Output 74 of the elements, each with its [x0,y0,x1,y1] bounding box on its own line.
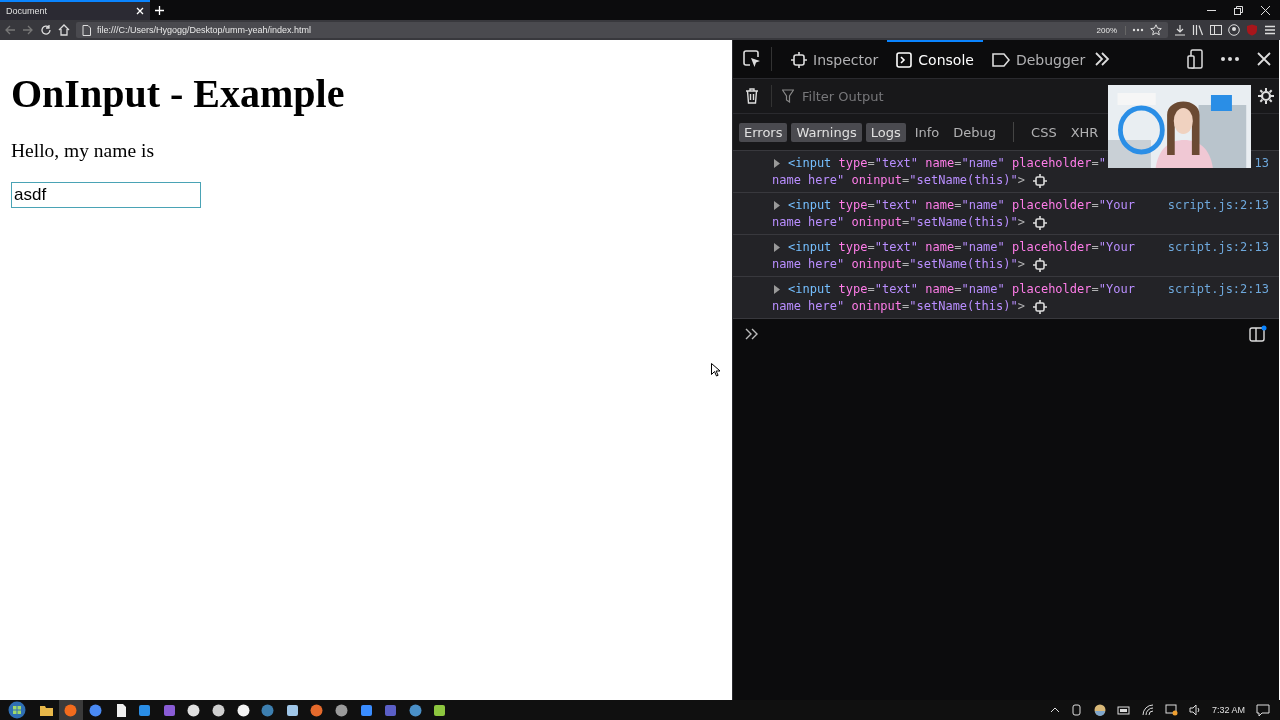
trash-icon[interactable] [745,88,759,104]
inspector-icon[interactable] [791,52,807,68]
forward-icon[interactable] [22,24,34,36]
source-link[interactable]: script.js:2:13 [1167,197,1269,214]
more-icon[interactable] [1221,57,1239,61]
prompt-chevron-icon[interactable] [745,328,759,340]
chevrons-icon[interactable] [1094,52,1111,66]
zoom-level[interactable]: 200% [1088,25,1126,35]
split-console-icon[interactable] [1249,325,1267,343]
speaker-icon[interactable] [1188,704,1201,716]
source-link[interactable]: script.js:2:13 [1167,239,1269,256]
log-level-filter[interactable]: Logs [865,122,906,142]
log-level-filter[interactable]: Errors [739,122,788,142]
log-message-line: <input type="text" name="name" placeholder="Your [788,197,1135,214]
download-icon[interactable] [1174,24,1186,36]
restore-icon[interactable] [1234,5,1243,15]
page-text: Hello, my name is [11,140,155,162]
log-level-filter[interactable]: Warnings [791,122,862,142]
source-link[interactable]: 13 [1254,155,1269,172]
expand-triangle-icon[interactable] [774,285,780,294]
console-icon[interactable] [896,52,913,68]
expand-triangle-icon[interactable] [774,201,780,210]
mouse-pointer-icon [711,363,720,377]
log-message-line: name here" oninput="setName(this)"> [772,298,1025,315]
account-icon[interactable] [1228,24,1240,36]
close-icon[interactable] [1257,52,1271,66]
log-message-line: <input type="text" name="name" placeholder="Your [788,281,1135,298]
notification-icon[interactable] [1256,703,1270,717]
page-icon [82,24,91,36]
chevron-up-icon[interactable] [1049,707,1060,713]
log-message-line: name here" oninput="setName(this)"> [772,172,1025,189]
log-message-line: <input type="text" name="name" placeholder="Your [788,239,1135,256]
page-heading: OnInput - Example [11,70,346,118]
plus-icon[interactable] [155,5,164,15]
devtools-tab[interactable]: Debugger [982,40,1095,78]
wifi-icon[interactable] [1141,704,1154,716]
log-message-line: name here" oninput="setName(this)"> [772,256,1025,273]
start-button-icon[interactable] [8,701,26,719]
name-input[interactable]: asdf [11,182,201,208]
source-link[interactable]: script.js:2:13 [1167,281,1269,298]
element-picker-icon[interactable] [743,50,761,68]
responsive-icon[interactable] [1187,49,1203,69]
close-icon[interactable] [1261,5,1270,15]
category-filter[interactable]: XHR [1065,122,1104,142]
inspect-node-icon[interactable] [1032,257,1047,272]
sidebar-icon[interactable] [1210,24,1222,36]
home-icon[interactable] [58,24,70,36]
expand-triangle-icon[interactable] [774,159,780,168]
battery-icon[interactable] [1116,705,1131,715]
inspect-node-icon[interactable] [1032,215,1047,230]
display-icon[interactable] [1164,704,1178,716]
inspect-node-icon[interactable] [1032,299,1047,314]
inspect-node-icon[interactable] [1032,173,1047,188]
back-icon[interactable] [4,24,16,36]
tab-title: Document [6,6,48,16]
category-filter[interactable]: CSS [1026,122,1062,142]
address-bar[interactable]: file:///C:/Users/Hygogg/Desktop/umm-yeah/index.html 200% [76,22,1168,38]
taskbar-app[interactable] [58,700,84,720]
menu-icon[interactable] [1264,24,1276,36]
funnel-icon [782,89,794,103]
clock[interactable]: 7:32 AM [1211,705,1245,715]
devtools-tab[interactable]: Inspector [782,40,888,78]
log-message-line: name here" oninput="setName(this)"> [772,214,1025,231]
star-icon[interactable] [1150,24,1162,36]
log-level-filter[interactable]: Info [909,122,945,142]
log-level-filter[interactable]: Debug [948,122,1002,142]
browser-tab[interactable]: Document [0,0,150,20]
reload-icon[interactable] [40,24,52,36]
more-icon[interactable] [1132,28,1144,32]
settings-icon[interactable] [1258,88,1274,104]
library-icon[interactable] [1192,24,1204,36]
expand-triangle-icon[interactable] [774,243,780,252]
tag-icon[interactable] [991,53,1010,67]
log-message-line: <input type="text" name="name" placeholder=" [788,155,1106,172]
